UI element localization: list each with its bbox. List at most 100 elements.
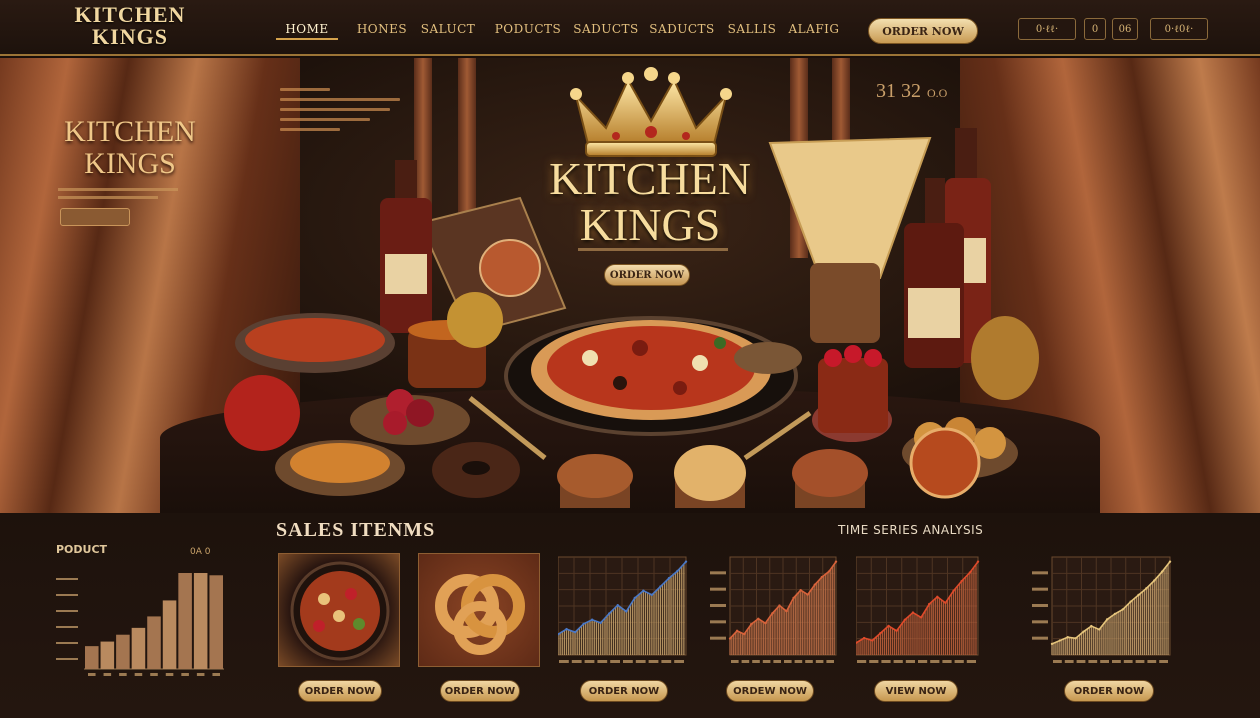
- tick-label: [103, 673, 112, 676]
- wine-bottle-icon: [380, 160, 432, 333]
- x-tick-label: [794, 660, 803, 663]
- food-card-pretzel[interactable]: [418, 553, 540, 667]
- sales-section: SALES ITENMS TIME SERIES ANALYSIS PODUCT…: [0, 513, 1260, 718]
- data-point: [650, 593, 654, 597]
- data-point: [1066, 636, 1069, 639]
- data-point: [1058, 639, 1062, 642]
- nav-item-saluct[interactable]: SALUCT: [414, 20, 482, 40]
- data-point: [608, 612, 611, 615]
- bar: [100, 641, 115, 669]
- nav-item-hones[interactable]: HONES: [352, 20, 412, 40]
- x-tick-label: [752, 660, 760, 663]
- brand-logo[interactable]: KITCHEN KINGS: [60, 4, 200, 48]
- nav-item-poducts[interactable]: PODUCTS: [490, 20, 566, 40]
- data-point: [834, 560, 838, 563]
- data-point: [895, 629, 898, 632]
- nav-item-home[interactable]: HOME: [276, 20, 338, 40]
- order-now-button-4[interactable]: ORDEW NOW: [726, 680, 814, 702]
- notification-icon[interactable]: 06: [1112, 18, 1138, 40]
- x-tick-label: [805, 660, 813, 663]
- data-point: [968, 571, 972, 574]
- data-point: [742, 632, 746, 636]
- x-tick-label: [773, 660, 781, 663]
- data-point: [1129, 600, 1132, 603]
- order-now-button-1[interactable]: ORDER NOW: [298, 680, 382, 702]
- donut-icon: [432, 442, 520, 498]
- nav-item-alafig[interactable]: ALAFIG: [786, 20, 842, 40]
- data-point: [659, 585, 662, 588]
- y-tick-label: [1032, 636, 1048, 640]
- x-tick-label: [881, 660, 891, 663]
- data-point: [582, 622, 585, 626]
- nav-item-sallis[interactable]: SALLIS: [724, 20, 780, 40]
- data-point: [919, 616, 923, 619]
- x-tick-label: [559, 660, 569, 663]
- data-point: [1160, 570, 1164, 573]
- order-now-button[interactable]: ORDER NOW: [868, 18, 978, 44]
- cupcake-icon: [792, 449, 868, 508]
- data-point: [1121, 608, 1124, 611]
- data-point: [573, 630, 577, 634]
- tick-label: [181, 673, 189, 676]
- account-widget[interactable]: 0·ℓℓ·: [1018, 18, 1076, 40]
- pasta-plate-icon: [275, 440, 405, 496]
- data-point: [599, 621, 602, 625]
- cart-icon[interactable]: 0: [1084, 18, 1106, 40]
- x-tick-label: [905, 660, 915, 663]
- tick-label: [196, 673, 205, 676]
- x-tick-label: [966, 660, 976, 663]
- data-point: [1145, 587, 1148, 590]
- data-point: [1113, 612, 1117, 616]
- nav-item-saducts[interactable]: SADUCTS: [572, 20, 640, 40]
- data-point: [735, 629, 739, 633]
- bar: [85, 646, 99, 669]
- time-series-chart-2-svg: [710, 556, 838, 663]
- pizza-icon: [504, 316, 798, 436]
- y-tick-label: [1032, 604, 1048, 607]
- y-tick-label: [710, 587, 726, 591]
- time-series-heading: TIME SERIES ANALYSIS: [838, 523, 984, 537]
- food-card-salad[interactable]: [278, 553, 400, 667]
- x-tick-label: [661, 660, 672, 663]
- x-tick-label: [1064, 660, 1074, 663]
- x-tick-label: [1135, 660, 1145, 663]
- data-point: [750, 623, 753, 626]
- data-point: [633, 596, 636, 600]
- nav-item-saducts-2[interactable]: SADUCTS: [646, 20, 718, 40]
- x-tick-label: [815, 660, 824, 663]
- bar: [209, 575, 223, 669]
- order-now-button-2[interactable]: ORDER NOW: [440, 680, 520, 702]
- data-point: [764, 621, 767, 625]
- x-tick-label: [918, 660, 928, 663]
- data-point: [757, 617, 760, 620]
- tick-label: [119, 673, 127, 676]
- x-tick-label: [731, 660, 739, 663]
- x-tick-label: [597, 660, 608, 663]
- language-widget[interactable]: 0·ℓ0ℓ·: [1150, 18, 1208, 40]
- orange-slice-icon: [909, 427, 981, 499]
- y-tick-label: [1032, 571, 1048, 575]
- data-point: [1137, 593, 1140, 597]
- product-chart-panel: PODUCT 0A 0: [56, 543, 228, 683]
- x-tick-label: [893, 660, 903, 663]
- data-point: [684, 560, 688, 563]
- order-now-button-5[interactable]: ORDER NOW: [1064, 680, 1154, 702]
- y-tick-label: [710, 636, 726, 640]
- data-point: [1074, 637, 1077, 640]
- tick-label: [212, 673, 220, 676]
- pretzel-icon: [435, 574, 525, 655]
- food-illustration: [224, 128, 1039, 508]
- sales-items-heading: SALES ITENMS: [276, 519, 436, 541]
- bar: [131, 627, 146, 669]
- apple-icon: [447, 292, 503, 348]
- x-tick-label: [1100, 660, 1109, 663]
- data-point: [1050, 642, 1054, 646]
- x-tick-label: [584, 660, 595, 663]
- x-tick-label: [1053, 660, 1062, 663]
- tick-label: [134, 673, 143, 676]
- data-point: [1168, 560, 1172, 563]
- salad-dish-icon: [290, 561, 390, 661]
- order-now-button-3[interactable]: ORDER NOW: [580, 680, 668, 702]
- view-now-button[interactable]: VIEW NOW: [874, 680, 958, 702]
- y-tick-label: [710, 604, 726, 607]
